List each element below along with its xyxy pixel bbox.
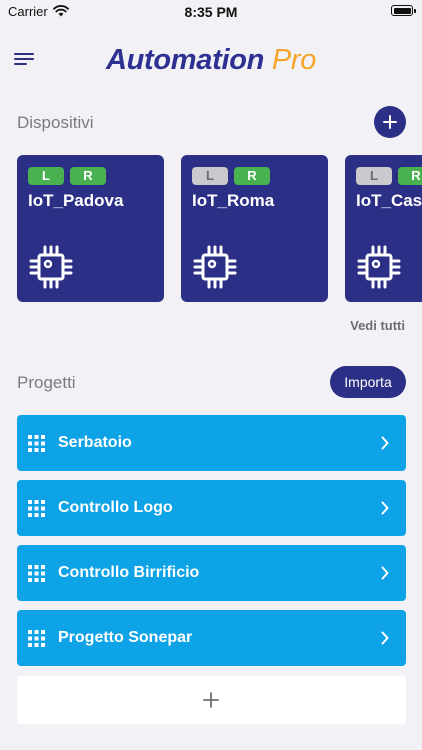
chevron-right-icon <box>381 501 389 515</box>
clock: 8:35 PM <box>184 4 238 20</box>
grid-icon <box>28 565 45 582</box>
projects-section-title: Progetti <box>17 373 76 392</box>
project-row[interactable]: Serbatoio <box>17 415 406 471</box>
chevron-right-icon <box>381 566 389 580</box>
device-name: IoT_Roma <box>192 191 275 210</box>
devices-carousel[interactable]: L R IoT_Padova L R IoT_Roma L R IoT_Case… <box>17 155 422 302</box>
device-card[interactable]: L R IoT_Padova <box>17 155 164 302</box>
device-tag-r: R <box>70 167 106 185</box>
status-bar: Carrier 8:35 PM <box>0 0 422 24</box>
grid-icon <box>28 435 45 452</box>
chip-icon <box>357 245 401 289</box>
device-tag-r: R <box>398 167 422 185</box>
devices-section-title: Dispositivi <box>17 113 94 132</box>
import-button[interactable]: Importa <box>330 366 406 398</box>
chevron-right-icon <box>381 631 389 645</box>
device-card[interactable]: L R IoT_Roma <box>181 155 328 302</box>
chip-icon <box>193 245 237 289</box>
add-project-button[interactable] <box>17 676 406 724</box>
add-device-button[interactable] <box>374 106 406 138</box>
grid-icon <box>28 630 45 647</box>
app-title-accent: Pro <box>271 44 317 76</box>
project-row[interactable]: Progetto Sonepar <box>17 610 406 666</box>
project-row[interactable]: Controllo Birrificio <box>17 545 406 601</box>
battery-icon <box>391 5 416 16</box>
device-tag-l: L <box>192 167 228 185</box>
device-tag-r: R <box>234 167 270 185</box>
device-name: IoT_Casei <box>356 191 422 210</box>
plus-icon <box>203 692 219 708</box>
see-all-devices-link[interactable]: Vedi tutti <box>350 318 405 333</box>
device-name: IoT_Padova <box>28 191 124 210</box>
project-label: Controllo Birrificio <box>58 564 200 581</box>
app-title-main: Automation <box>105 44 265 76</box>
chevron-right-icon <box>381 436 389 450</box>
device-tag-l: L <box>28 167 64 185</box>
project-row[interactable]: Controllo Logo <box>17 480 406 536</box>
device-card[interactable]: L R IoT_Casei <box>345 155 422 302</box>
device-tag-l: L <box>356 167 392 185</box>
project-label: Serbatoio <box>58 434 132 451</box>
grid-icon <box>28 500 45 517</box>
project-label: Progetto Sonepar <box>58 629 193 646</box>
project-label: Controllo Logo <box>58 499 173 516</box>
app-title: Automation Pro <box>0 44 422 77</box>
chip-icon <box>29 245 73 289</box>
